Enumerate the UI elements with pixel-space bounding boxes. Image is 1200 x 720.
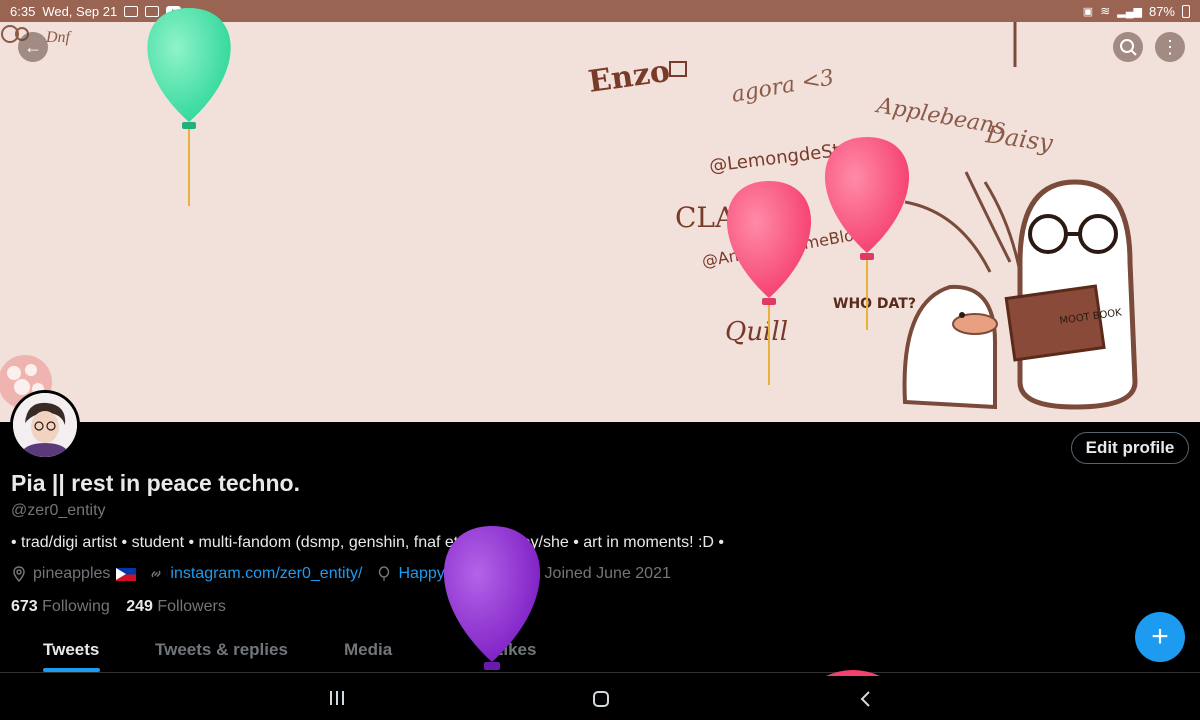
profile-link[interactable]: instagram.com/zer0_entity/ (170, 565, 362, 583)
youtube-icon (166, 5, 182, 17)
bean-character: MOOT BOOK (1004, 179, 1138, 410)
more-vertical-icon: ⋮ (1161, 37, 1179, 57)
tab-tweets[interactable]: Tweets (43, 640, 99, 660)
profile-tabs: Tweets Tweets & replies Media Likes (0, 628, 1200, 673)
tab-likes[interactable]: Likes (493, 640, 536, 660)
gift-doodle (669, 61, 687, 77)
profile-counts: 673 Following 249 Followers (11, 598, 226, 616)
profile-joined: Joined June 2021 (544, 565, 671, 582)
profile-location: pineapples (33, 565, 111, 582)
location-icon (13, 566, 25, 582)
profile-meta: pineapples instagram.com/zer0_entity/ Ha… (11, 565, 671, 583)
banner-name-lemonade: @LemongdeStand (708, 136, 874, 177)
status-bar: 6:35 Wed, Sep 21 ▣ ≋ ▂▄▆ 87% (0, 0, 1200, 22)
system-nav-bar (0, 676, 1200, 720)
followers-count: 249 (126, 598, 153, 615)
recents-icon[interactable] (329, 690, 345, 706)
balloon-icon (379, 566, 390, 581)
following-link[interactable]: 673 Following (11, 598, 110, 615)
banner-name-claude: CLAUDE (675, 201, 802, 234)
followers-label: Followers (157, 598, 226, 615)
profile-handle: @zer0_entity (11, 502, 106, 519)
more-options-button[interactable]: ⋮ (1155, 32, 1185, 62)
search-button[interactable] (1113, 32, 1143, 62)
banner-name-enzo: Enzo (586, 54, 672, 100)
back-arrow-icon: ← (24, 36, 42, 57)
back-icon[interactable] (858, 690, 872, 708)
search-icon (1120, 39, 1137, 56)
philippines-flag-icon (116, 567, 137, 581)
screen-capture-icon (124, 5, 139, 17)
tab-tweets-replies[interactable]: Tweets & replies (155, 640, 288, 660)
calendar-icon (523, 568, 538, 581)
battery-saver-icon: ▣ (1082, 5, 1094, 18)
active-tab-indicator (43, 668, 100, 672)
profile-name: Pia || rest in peace techno. (11, 470, 300, 496)
signal-icon: ▂▄▆ (1117, 5, 1142, 18)
status-date: Wed, Sep 21 (42, 3, 118, 19)
profile-avatar[interactable] (10, 390, 80, 460)
battery-icon (1182, 4, 1190, 18)
link-icon (151, 570, 161, 578)
banner-name-quill: Quill (725, 317, 788, 347)
home-icon[interactable] (592, 690, 610, 708)
edit-profile-button[interactable]: Edit profile (1071, 432, 1189, 464)
banner-doodle-text: Dnf (45, 29, 73, 46)
battery-level: 87% (1148, 3, 1175, 19)
followers-link[interactable]: 249 Followers (126, 598, 226, 615)
notification-dot-icon (188, 9, 193, 13)
duck-character (902, 284, 998, 410)
wifi-icon: ≋ (1100, 4, 1111, 18)
banner-name-agora: agora <3 (730, 65, 836, 108)
avatar (13, 393, 77, 457)
compose-tweet-button[interactable]: + (1135, 612, 1185, 662)
plus-icon: + (1151, 620, 1169, 653)
profile-bio: • trad/digi artist • student • multi-fan… (11, 534, 725, 551)
following-label: Following (42, 598, 110, 615)
following-count: 673 (11, 598, 38, 615)
back-button[interactable]: ← (18, 32, 48, 62)
profile-birthday: Happy birthday! (398, 565, 511, 582)
twitch-icon (145, 5, 160, 17)
tab-media[interactable]: Media (344, 640, 392, 660)
banner-name-daisy: Daisy (983, 120, 1055, 157)
banner-who-dat: WHO DAT? (833, 296, 916, 312)
status-time: 6:35 (10, 3, 36, 19)
profile-banner: Dnf Enzo agora <3 Applebeans Daisy @Lemo… (0, 22, 1200, 422)
